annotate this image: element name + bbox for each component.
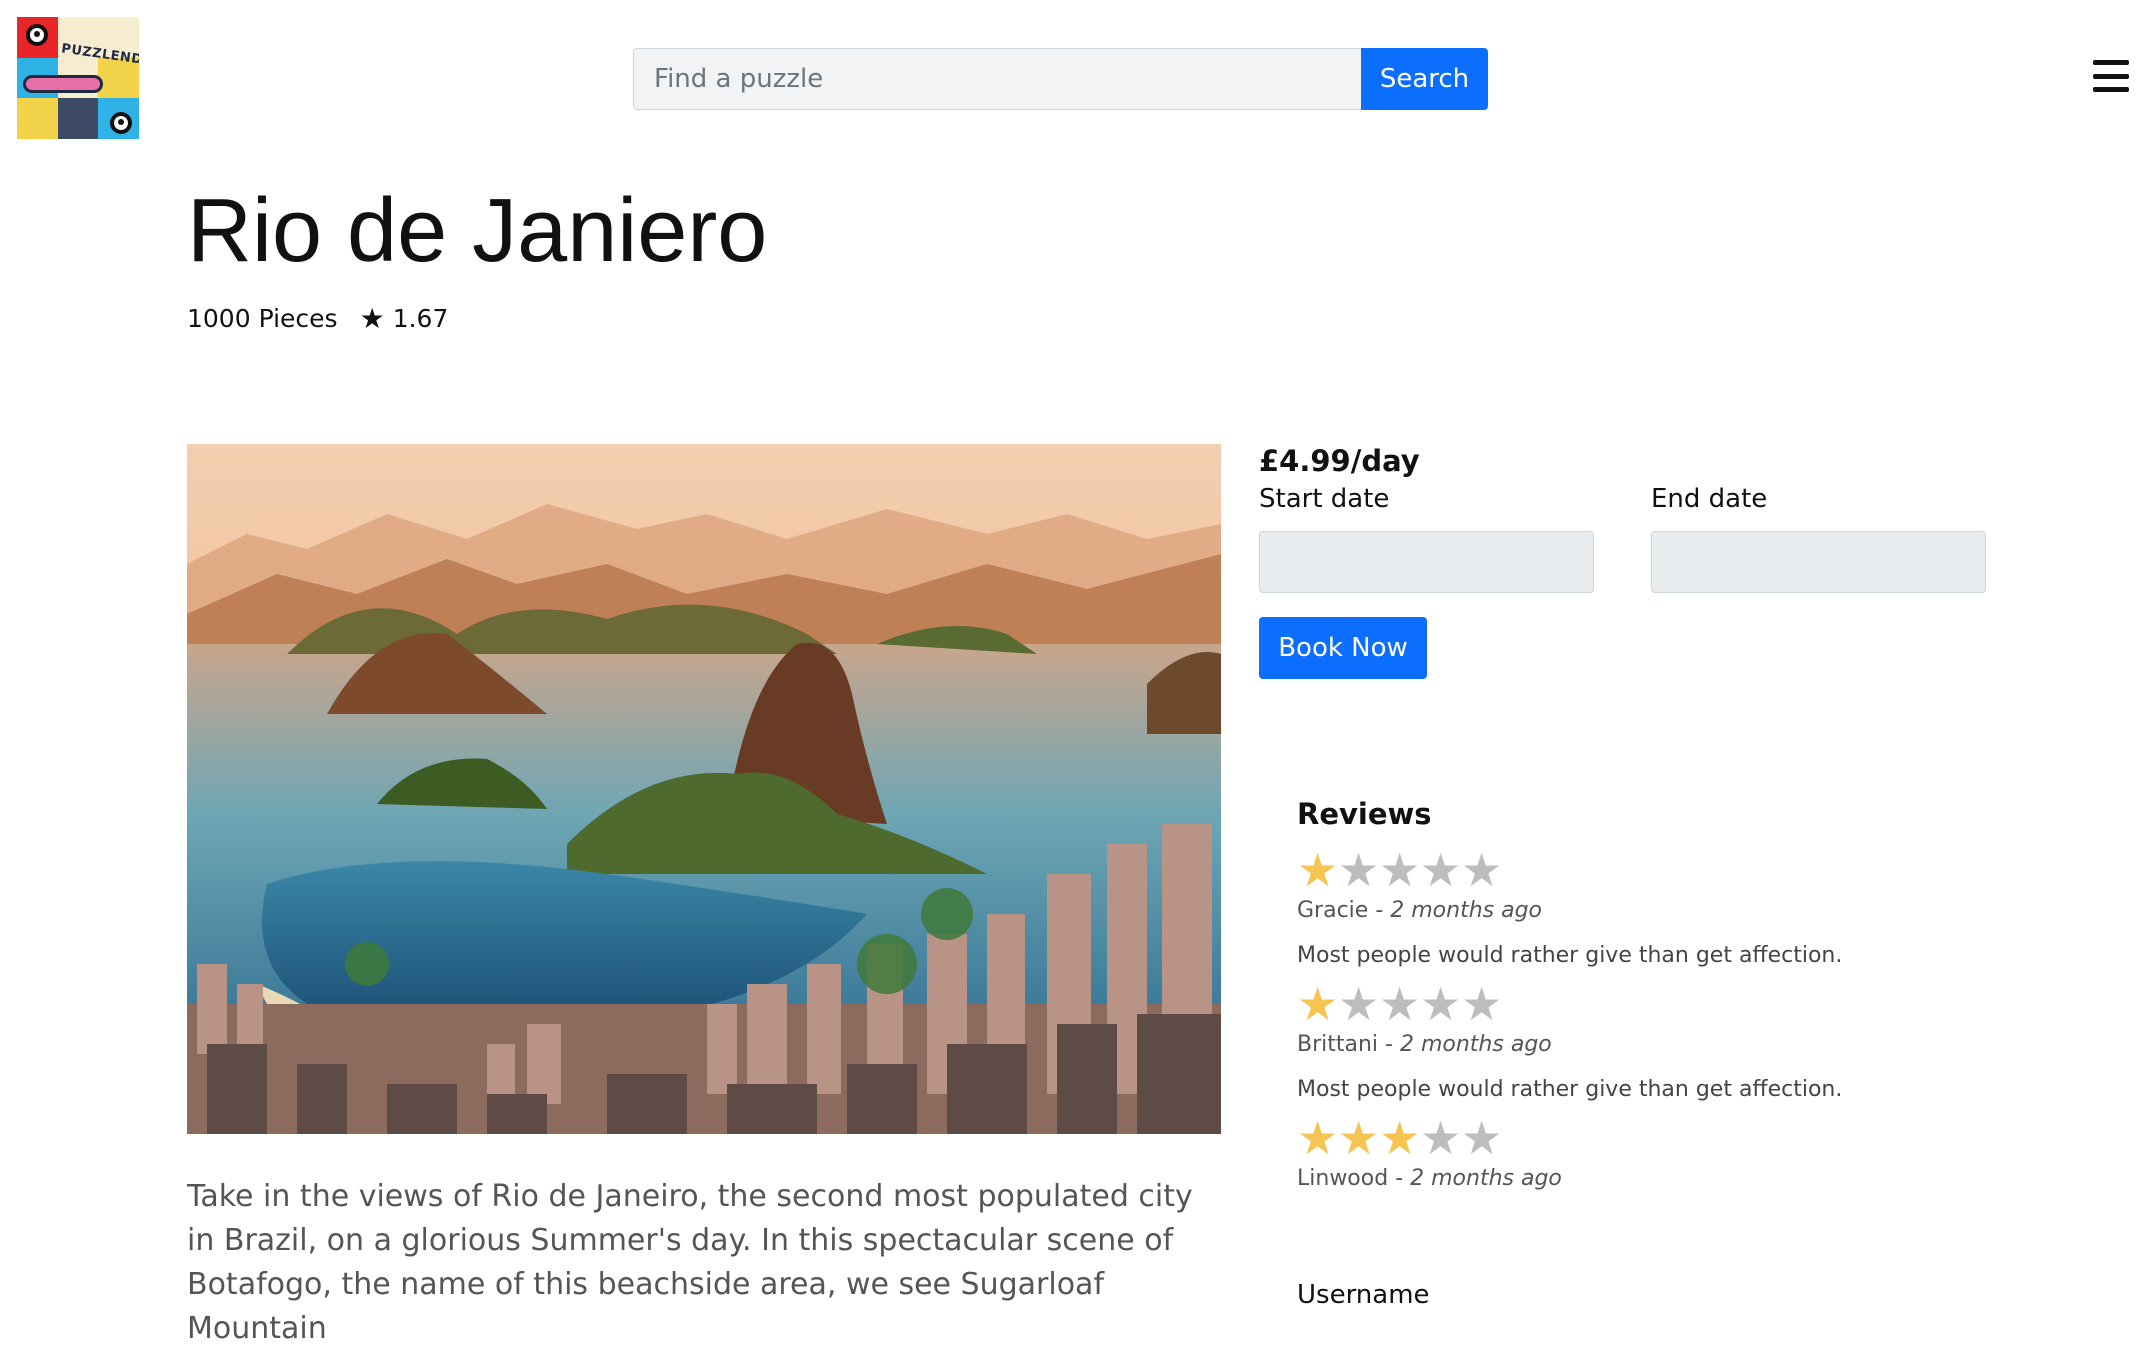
puzzle-image xyxy=(187,444,1221,1134)
star-icon: ★ xyxy=(359,302,385,335)
review-item: ★ ★ ★ ★ ★ Gracie - 2 months ago Most people … xyxy=(1297,843,1997,968)
username-label: Username xyxy=(1297,1280,1430,1310)
review-author: Brittani - 2 months ago xyxy=(1297,1032,1552,1057)
piece-count: 1000 Pieces xyxy=(187,304,338,333)
eye-icon xyxy=(26,24,48,46)
star-icon: ★ xyxy=(1297,977,1339,1031)
star-icon: ★ xyxy=(1461,1111,1503,1165)
puzzlend-logo[interactable]: PUZZLEND xyxy=(17,17,139,139)
review-text: Most people would rather give than get a… xyxy=(1297,943,1843,968)
review-stars: ★ ★ ★ ★ ★ xyxy=(1297,1111,1997,1165)
star-icon: ★ xyxy=(1338,1111,1380,1165)
puzzle-detail-page: PUZZLEND Search Rio de Janiero 1000 Piec… xyxy=(0,0,2154,1346)
review-item: ★ ★ ★ ★ ★ Linwood - 2 months ago xyxy=(1297,1111,1997,1191)
star-icon: ★ xyxy=(1379,1111,1421,1165)
search-bar: Search xyxy=(633,48,1488,110)
star-icon: ★ xyxy=(1461,977,1503,1031)
star-icon: ★ xyxy=(1297,1111,1339,1165)
search-button[interactable]: Search xyxy=(1361,48,1488,110)
puzzle-title: Rio de Janiero xyxy=(187,181,768,281)
star-icon: ★ xyxy=(1338,843,1380,897)
star-icon: ★ xyxy=(1420,977,1462,1031)
star-icon: ★ xyxy=(1297,843,1339,897)
rio-landscape-illustration xyxy=(187,444,1221,1134)
review-stars: ★ ★ ★ ★ ★ xyxy=(1297,977,1997,1031)
average-rating: 1.67 xyxy=(392,304,449,333)
star-icon: ★ xyxy=(1461,843,1503,897)
eye-icon xyxy=(110,112,133,135)
puzzle-meta: 1000 Pieces ★ 1.67 xyxy=(187,302,448,335)
puzzle-description: Take in the views of Rio de Janeiro, the… xyxy=(187,1179,1193,1346)
start-date-input[interactable] xyxy=(1259,531,1594,593)
star-icon: ★ xyxy=(1379,843,1421,897)
logo-mouth xyxy=(23,75,103,93)
hamburger-icon[interactable] xyxy=(2093,60,2129,92)
end-date-input[interactable] xyxy=(1651,531,1986,593)
reviews-heading: Reviews xyxy=(1297,797,1432,831)
book-now-button[interactable]: Book Now xyxy=(1259,617,1427,679)
star-icon: ★ xyxy=(1338,977,1380,1031)
star-icon: ★ xyxy=(1420,843,1462,897)
search-input[interactable] xyxy=(633,48,1361,110)
star-icon: ★ xyxy=(1420,1111,1462,1165)
review-author: Gracie - 2 months ago xyxy=(1297,898,1543,923)
review-author: Linwood - 2 months ago xyxy=(1297,1166,1562,1191)
end-date-label: End date xyxy=(1651,484,1768,514)
review-text: Most people would rather give than get a… xyxy=(1297,1077,1843,1102)
start-date-label: Start date xyxy=(1259,484,1390,514)
price-per-day: £4.99/day xyxy=(1259,444,1420,478)
review-item: ★ ★ ★ ★ ★ Brittani - 2 months ago Most peopl… xyxy=(1297,977,1997,1102)
star-icon: ★ xyxy=(1379,977,1421,1031)
review-stars: ★ ★ ★ ★ ★ xyxy=(1297,843,1997,897)
